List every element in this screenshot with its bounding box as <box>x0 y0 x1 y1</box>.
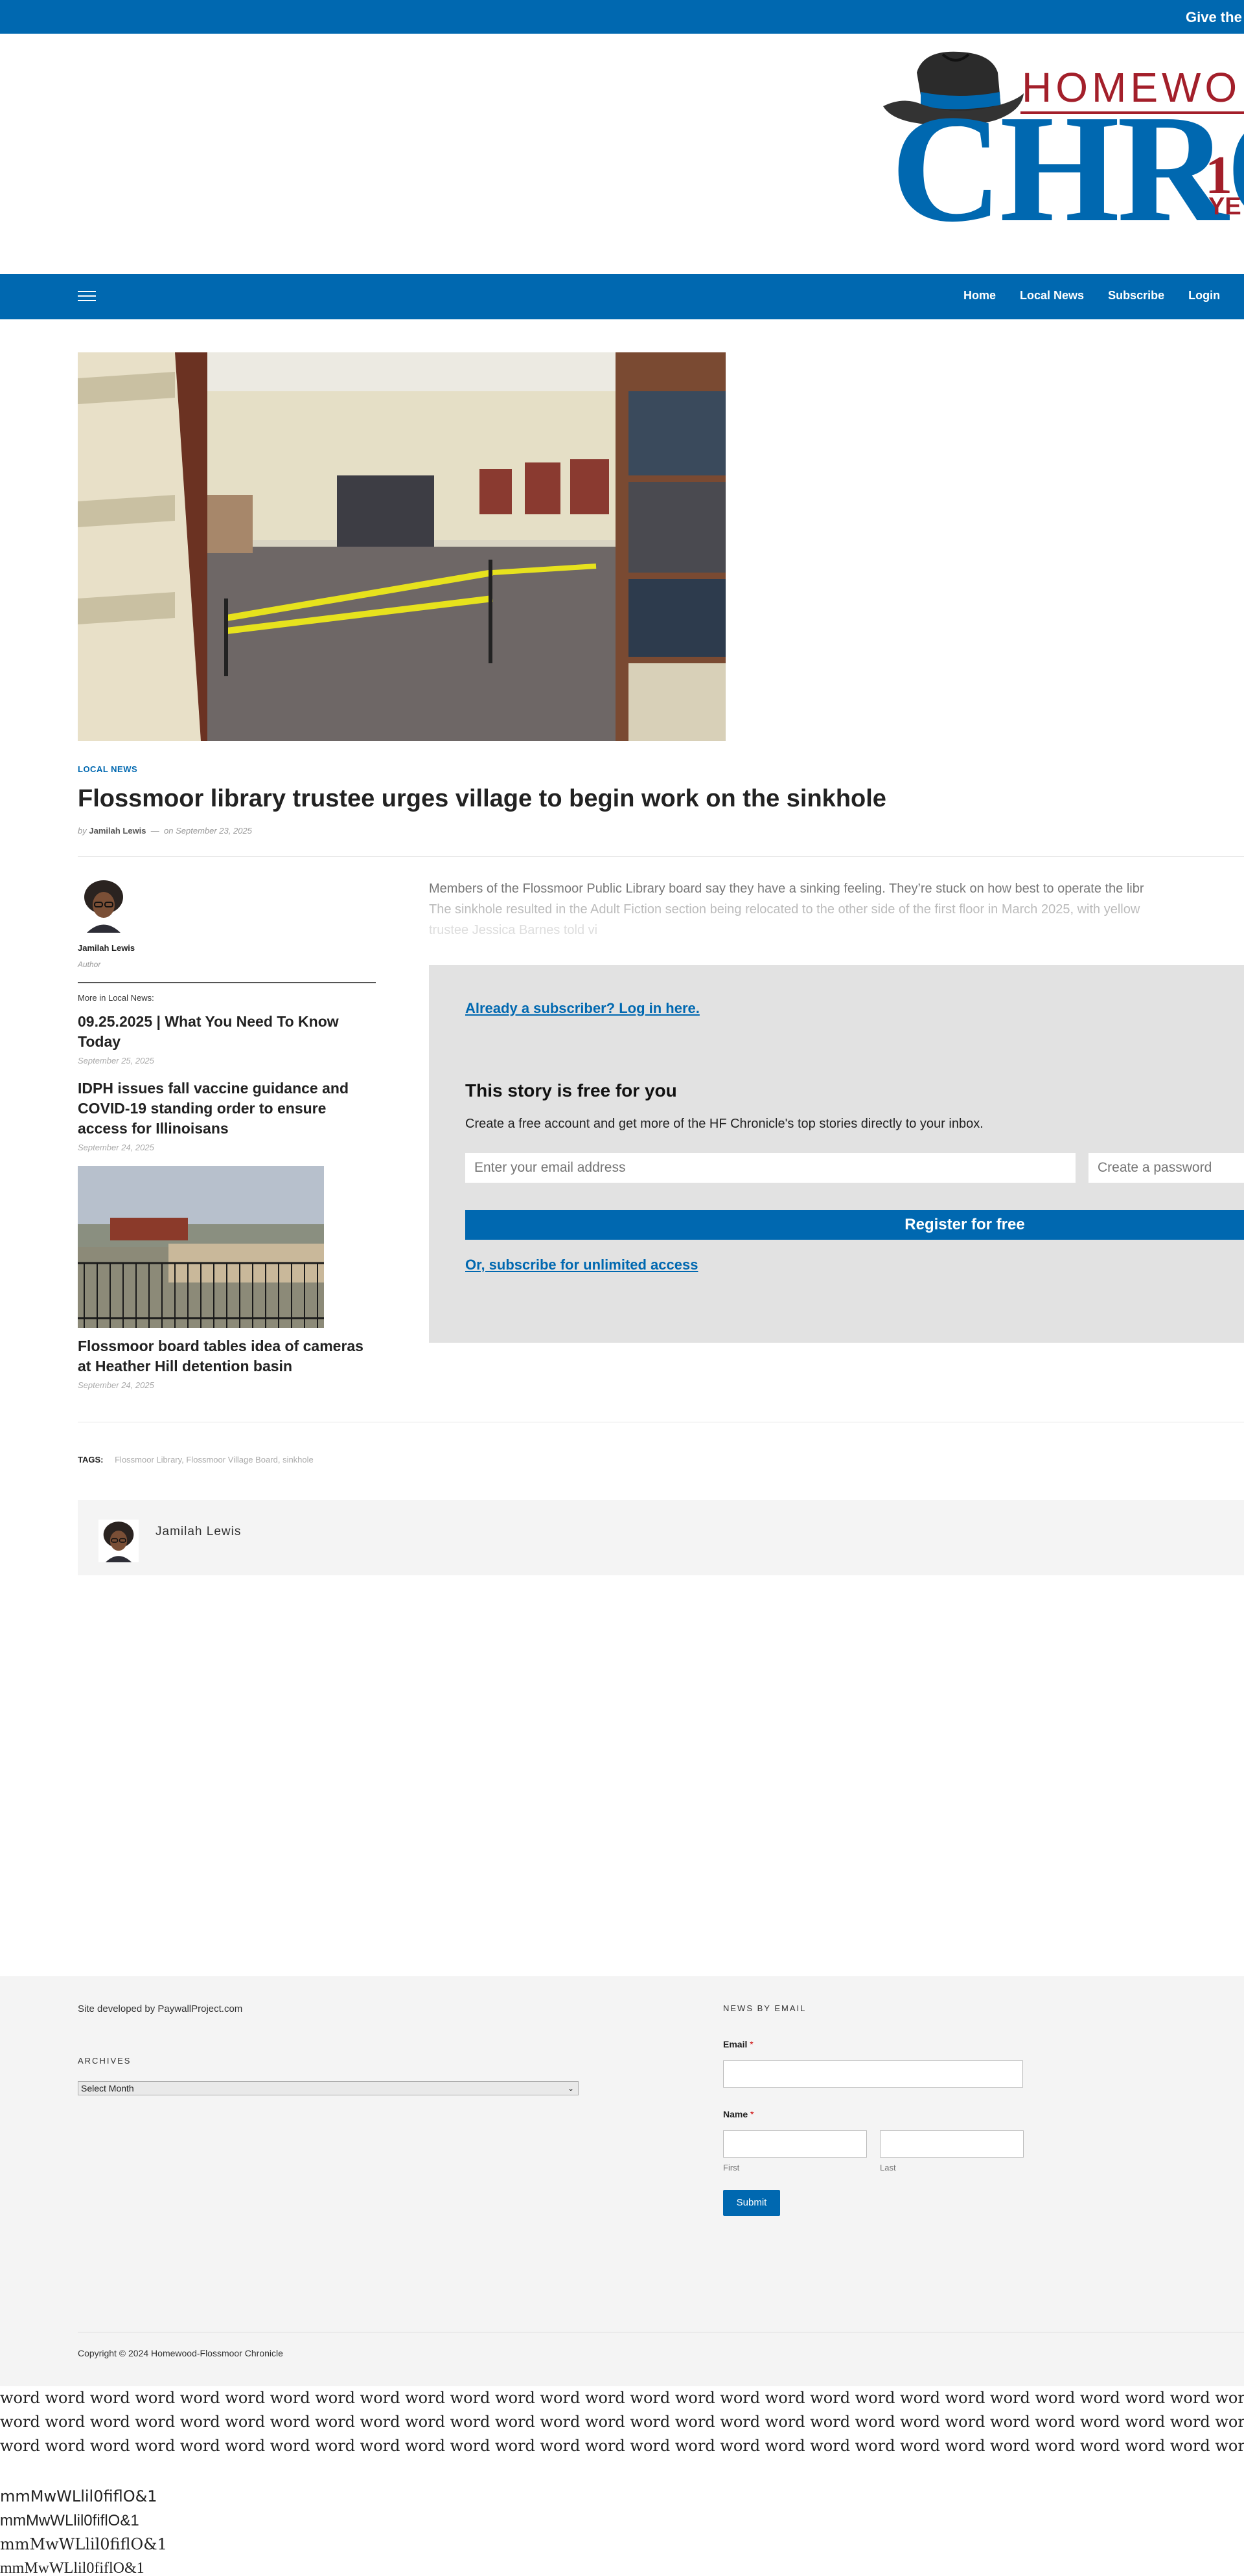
word-line: word word word word word word word word … <box>0 2413 1244 2431</box>
name-label: Name * <box>723 2109 754 2119</box>
author-box-name[interactable]: Jamilah Lewis <box>156 1525 241 1539</box>
sidebar-author-name[interactable]: Jamilah Lewis <box>78 943 135 953</box>
footer-developer-text[interactable]: Site developed by PaywallProject.com <box>78 2003 242 2014</box>
more-in-label: More in Local News: <box>78 993 154 1003</box>
article-excerpt: Members of the Flossmoor Public Library … <box>429 878 1244 940</box>
glyph-test-block: mmMwWLlil0fiflO&1 mmMwWLlil0fiflO&1 mmMw… <box>0 2485 167 2576</box>
hero-image-library-sinkhole <box>78 352 726 741</box>
name-label-text: Name <box>723 2109 748 2119</box>
newsletter-heading: NEWS BY EMAIL <box>723 2003 807 2013</box>
byline-author[interactable]: Jamilah Lewis <box>89 826 146 836</box>
excerpt-line: trustee Jessica Barnes told vi <box>429 923 598 937</box>
archives-select[interactable]: Select Month ⌄ <box>78 2081 579 2095</box>
archives-select-value: Select Month <box>81 2083 134 2093</box>
tags-label: TAGS: <box>78 1455 104 1465</box>
copyright-text: Copyright © 2024 Homewood-Flossmoor Chro… <box>78 2348 283 2358</box>
paywall-subtitle: Create a free account and get more of th… <box>465 1117 984 1131</box>
nav-item-login[interactable]: Login <box>1188 289 1220 302</box>
sidebar-post-title[interactable]: Flossmoor board tables idea of cameras a… <box>78 1336 376 1376</box>
glyph-line: mmMwWLlil0fiflO&1 <box>0 2535 167 2553</box>
first-name-hint: First <box>723 2163 740 2172</box>
sidebar-post-title[interactable]: 09.25.2025 | What You Need To Know Today <box>78 1012 376 1052</box>
nav-items: Home Local News Subscribe Login A <box>963 289 1244 302</box>
required-mark: * <box>750 2039 754 2049</box>
submit-button[interactable]: Submit <box>723 2190 780 2216</box>
sidebar-post-date: September 24, 2025 <box>78 1380 154 1390</box>
sidebar-post-date: September 24, 2025 <box>78 1143 154 1152</box>
logo-anniversary-years: YE <box>1208 193 1241 220</box>
nav-item-subscribe[interactable]: Subscribe <box>1108 289 1164 302</box>
byline-separator: — <box>148 826 162 836</box>
email-input[interactable] <box>465 1153 1076 1183</box>
sidebar-author-role: Author <box>78 960 101 969</box>
sidebar-post[interactable]: Flossmoor board tables idea of cameras a… <box>78 1336 376 1390</box>
top-bar: Give the g <box>0 0 1244 34</box>
word-line: word word word word word word word word … <box>0 2389 1244 2407</box>
main-nav: Home Local News Subscribe Login A <box>0 274 1244 319</box>
email-label: Email * <box>723 2039 754 2049</box>
word-test-block: word word word word word word word word … <box>0 2386 1244 2458</box>
article-category[interactable]: LOCAL NEWS <box>78 764 137 774</box>
glyph-line: mmMwWLlil0fiflO&1 <box>0 2512 139 2529</box>
required-mark: * <box>750 2109 754 2119</box>
subscribe-link[interactable]: Or, subscribe for unlimited access <box>465 1257 698 1273</box>
tag-link[interactable]: sinkhole <box>282 1455 314 1465</box>
password-input[interactable] <box>1088 1153 1244 1183</box>
byline-date-prefix: on <box>164 826 174 836</box>
site-footer: Site developed by PaywallProject.com ARC… <box>0 1976 1244 2386</box>
excerpt-line: Members of the Flossmoor Public Library … <box>429 882 1144 896</box>
author-box: Jamilah Lewis <box>78 1500 1244 1575</box>
excerpt-line: The sinkhole resulted in the Adult Ficti… <box>429 902 1140 917</box>
site-logo[interactable]: HOMEWO CHRO 1 YE <box>878 47 1244 228</box>
nav-item-home[interactable]: Home <box>963 289 996 302</box>
email-label-text: Email <box>723 2039 748 2049</box>
nav-item-local-news[interactable]: Local News <box>1020 289 1084 302</box>
menu-icon[interactable] <box>78 291 96 302</box>
tag-separator: , <box>181 1455 184 1465</box>
paywall-title: This story is free for you <box>465 1080 677 1100</box>
divider <box>78 856 1244 857</box>
sidebar-post-title[interactable]: IDPH issues fall vaccine guidance and CO… <box>78 1078 376 1139</box>
register-button[interactable]: Register for free <box>465 1210 1244 1240</box>
chevron-down-icon: ⌄ <box>567 2084 574 2093</box>
newsletter-email-field[interactable] <box>723 2060 1023 2088</box>
byline-date: September 23, 2025 <box>176 826 252 836</box>
sidebar-post[interactable]: IDPH issues fall vaccine guidance and CO… <box>78 1078 376 1152</box>
archives-heading: ARCHIVES <box>78 2056 132 2066</box>
sidebar-post-thumbnail[interactable] <box>78 1166 324 1328</box>
article-headline: Flossmoor library trustee urges village … <box>78 785 886 812</box>
logo-wordmark-main: CHRO <box>891 84 1244 229</box>
word-line: word word word word word word word word … <box>0 2437 1244 2455</box>
last-name-field[interactable] <box>880 2130 1024 2158</box>
tags-row: TAGS: Flossmoor Library, Flossmoor Villa… <box>78 1455 314 1465</box>
subscriber-login-link[interactable]: Already a subscriber? Log in here. <box>465 1000 700 1017</box>
tag-link[interactable]: Flossmoor Library <box>115 1455 181 1465</box>
byline-prefix: by <box>78 826 87 836</box>
tag-separator: , <box>277 1455 281 1465</box>
last-name-hint: Last <box>880 2163 896 2172</box>
author-box-avatar[interactable] <box>97 1520 140 1562</box>
article-byline: by Jamilah Lewis — on September 23, 2025 <box>78 826 252 836</box>
first-name-field[interactable] <box>723 2130 867 2158</box>
sidebar-post[interactable]: 09.25.2025 | What You Need To Know Today… <box>78 1012 376 1066</box>
glyph-line: mmMwWLlil0fiflO&1 <box>0 2560 144 2576</box>
paywall-box: Already a subscriber? Log in here. This … <box>429 965 1244 1343</box>
sidebar-rule <box>78 982 376 983</box>
topbar-link[interactable]: Give the g <box>1186 9 1244 26</box>
glyph-line: mmMwWLlil0fiflO&1 <box>0 2487 157 2505</box>
tag-link[interactable]: Flossmoor Village Board <box>186 1455 277 1465</box>
sidebar-post-date: September 25, 2025 <box>78 1056 154 1066</box>
author-avatar[interactable] <box>78 878 130 933</box>
